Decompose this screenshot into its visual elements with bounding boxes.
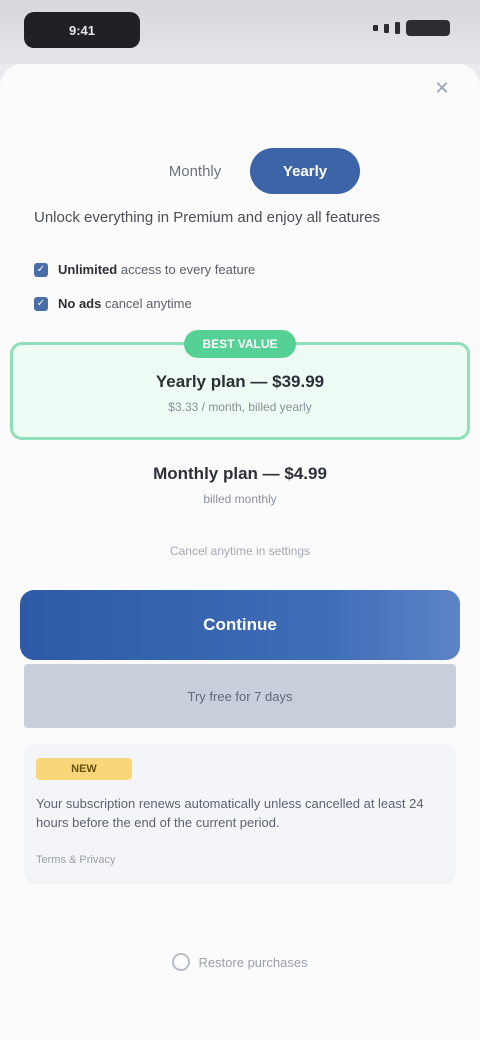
check-icon: ✓ xyxy=(34,262,48,277)
plan-heading: Unlock everything in Premium and enjoy a… xyxy=(34,209,381,226)
status-time: 9:41 xyxy=(24,12,140,48)
plan-subtitle: $3.33 / month, billed yearly xyxy=(168,400,312,414)
cancel-note: Cancel anytime in settings xyxy=(169,544,311,558)
status-icons xyxy=(373,20,450,36)
plan-title: Yearly plan — $39.99 xyxy=(155,372,325,391)
paywall-sheet: ✕ Monthly Yearly Unlock everything in Pr… xyxy=(0,64,480,1040)
signal-icon xyxy=(395,22,400,34)
plan-subtitle: billed monthly xyxy=(203,492,277,506)
feature-text: access to every feature xyxy=(120,262,256,277)
plan-title: Monthly plan — $4.99 xyxy=(153,464,327,483)
status-bar: 9:41 xyxy=(0,0,480,64)
info-text: Your subscription renews automatically u… xyxy=(36,796,424,830)
close-icon[interactable]: ✕ xyxy=(428,74,456,102)
feature-item: ✓ Unlimited access to every feature xyxy=(34,262,444,277)
feature-strong: No ads xyxy=(58,296,102,311)
restore-purchases-link[interactable]: Restore purchases xyxy=(0,950,480,974)
restore-icon xyxy=(172,953,191,971)
feature-item: ✓ No ads cancel anytime xyxy=(34,296,444,311)
best-value-badge: BEST VALUE xyxy=(184,330,296,358)
info-card: NEW Your subscription renews automatical… xyxy=(24,744,456,884)
battery-icon xyxy=(406,20,450,36)
free-trial-link[interactable]: Try free for 7 days xyxy=(24,664,456,728)
feature-text: cancel anytime xyxy=(104,296,192,311)
info-tag: NEW xyxy=(36,758,132,780)
signal-icon xyxy=(384,23,389,33)
restore-label: Restore purchases xyxy=(198,954,308,970)
check-icon: ✓ xyxy=(34,296,48,311)
toggle-yearly[interactable]: Yearly xyxy=(250,148,360,194)
signal-icon xyxy=(373,25,378,31)
billing-toggle[interactable]: Monthly Yearly xyxy=(140,148,360,194)
terms-link[interactable]: Terms & Privacy xyxy=(36,854,115,866)
feature-strong: Unlimited xyxy=(58,262,118,277)
continue-button[interactable]: Continue xyxy=(20,590,460,660)
toggle-monthly[interactable]: Monthly xyxy=(140,148,250,194)
